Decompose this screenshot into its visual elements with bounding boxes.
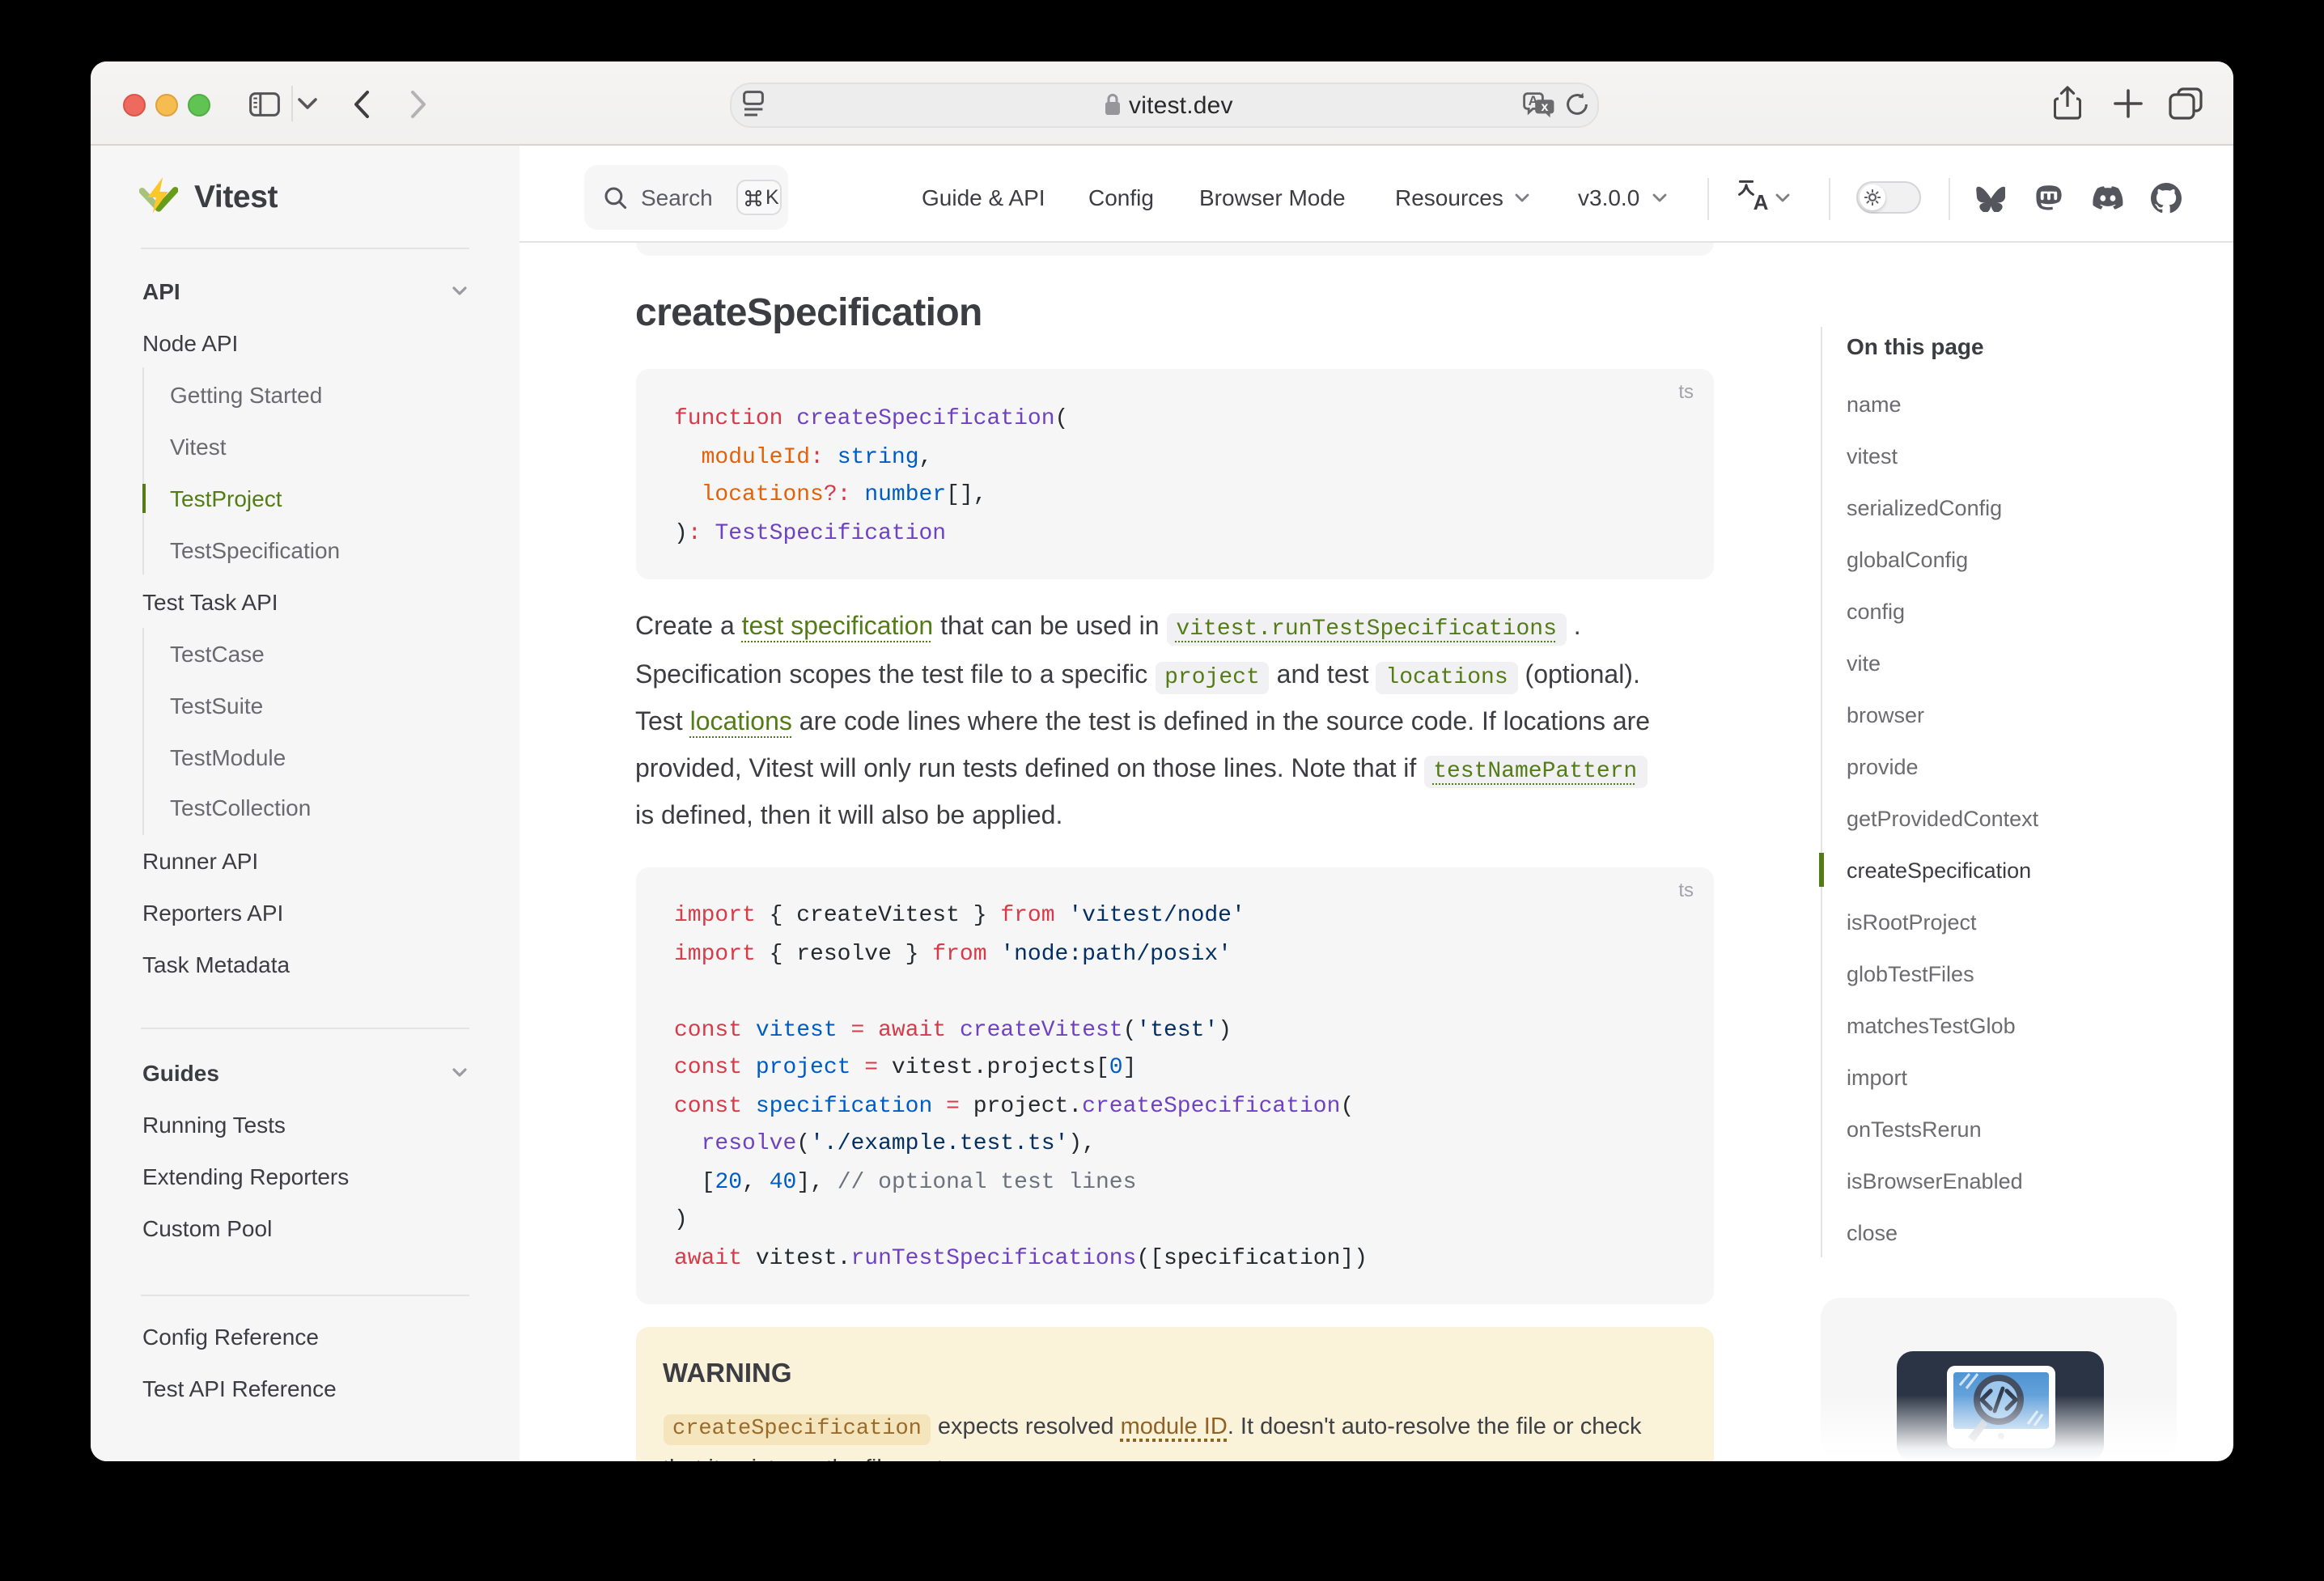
svg-text:x: x — [1542, 100, 1549, 113]
svg-text:A: A — [1754, 190, 1769, 214]
